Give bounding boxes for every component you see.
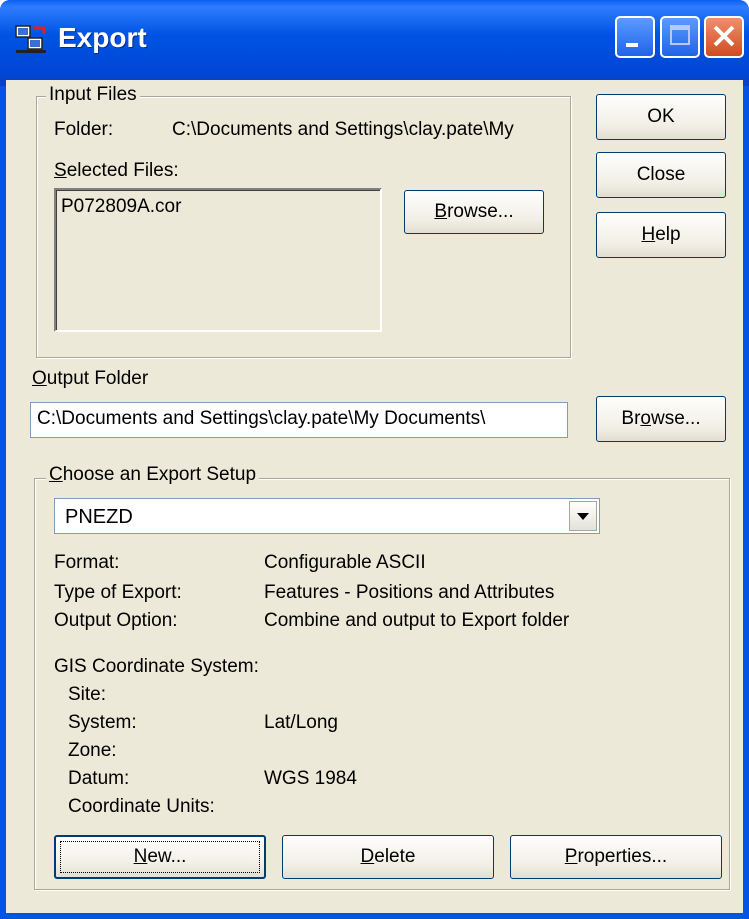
export-setup-selected-value: PNEZD xyxy=(65,506,133,528)
export-setup-label-text: hoose an Export Setup xyxy=(62,464,257,485)
ok-button[interactable]: OK xyxy=(596,94,726,140)
export-setup-group-label: Choose an Export Setup xyxy=(46,464,260,486)
output-folder-mnemonic: O xyxy=(32,368,47,389)
output-folder-input[interactable]: C:\Documents and Settings\clay.pate\My D… xyxy=(30,402,568,438)
selected-files-list[interactable]: P072809A.cor xyxy=(54,188,382,332)
minimize-button[interactable] xyxy=(615,16,655,58)
list-item[interactable]: P072809A.cor xyxy=(61,196,181,218)
export-type-label: Type of Export: xyxy=(54,582,182,603)
gis-coordinate-system-title: GIS Coordinate System: xyxy=(54,656,259,677)
output-option-label: Output Option: xyxy=(54,610,178,631)
dialog-body: Input Files Folder: C:\Documents and Set… xyxy=(6,80,743,913)
delete-label: elete xyxy=(374,846,416,867)
gis-datum-value: WGS 1984 xyxy=(264,768,357,789)
help-label: elp xyxy=(655,224,681,245)
export-type-value: Features - Positions and Attributes xyxy=(264,582,555,603)
close-icon xyxy=(713,25,735,47)
title-bar[interactable]: Export xyxy=(0,0,749,86)
maximize-button[interactable] xyxy=(660,16,700,58)
chevron-down-icon xyxy=(577,513,589,520)
help-mnemonic: H xyxy=(641,224,656,245)
properties-button[interactable]: Properties... xyxy=(510,835,722,879)
gis-units-label: Coordinate Units: xyxy=(68,796,215,817)
input-browse-button[interactable]: Browse... xyxy=(404,190,544,234)
new-mnemonic: N xyxy=(133,846,148,867)
folder-label: Folder: xyxy=(54,119,114,140)
format-label: Format: xyxy=(54,552,120,573)
output-browse-mnemonic: o xyxy=(640,408,651,429)
close-label: Close xyxy=(636,164,686,185)
new-setup-button[interactable]: New... xyxy=(54,835,266,879)
input-files-group-label: Input Files xyxy=(46,84,140,106)
input-browse-mnemonic: B xyxy=(434,201,448,222)
export-setup-group xyxy=(34,478,730,890)
input-browse-label: rowse... xyxy=(447,201,514,222)
close-button[interactable]: Close xyxy=(596,152,726,198)
output-browse-label-pre: Br xyxy=(621,408,641,429)
export-setup-mnemonic: C xyxy=(49,464,63,485)
selected-files-label-text: elected Files: xyxy=(66,160,179,181)
output-option-value: Combine and output to Export folder xyxy=(264,610,570,631)
ok-label: OK xyxy=(647,106,675,127)
export-dialog: Export Input Files Folder: C:\Documents … xyxy=(0,0,749,919)
input-folder-value: C:\Documents and Settings\clay.pate\My xyxy=(172,119,514,140)
selected-files-mnemonic: S xyxy=(54,160,67,181)
window-title: Export xyxy=(58,22,147,53)
export-app-icon xyxy=(15,25,46,53)
minimize-icon xyxy=(626,43,638,47)
output-folder-label: Output Folder xyxy=(32,368,148,390)
properties-mnemonic: P xyxy=(564,846,578,867)
gis-system-label: System: xyxy=(68,712,137,733)
gis-datum-label: Datum: xyxy=(68,768,130,789)
gis-system-value: Lat/Long xyxy=(264,712,338,733)
output-browse-button[interactable]: Br o wse... xyxy=(596,396,726,442)
delete-setup-button[interactable]: Delete xyxy=(282,835,494,879)
delete-mnemonic: D xyxy=(360,846,375,867)
gis-site-label: Site: xyxy=(68,684,107,705)
properties-label: roperties... xyxy=(577,846,668,867)
close-window-button[interactable] xyxy=(704,16,744,58)
output-browse-label: wse... xyxy=(650,408,701,429)
dropdown-button[interactable] xyxy=(569,501,597,531)
maximize-icon xyxy=(670,25,690,45)
new-label: ew... xyxy=(147,846,187,867)
help-button[interactable]: Help xyxy=(596,212,726,258)
export-setup-select[interactable]: PNEZD xyxy=(54,498,600,534)
selected-files-label: Selected Files: xyxy=(54,160,179,182)
gis-zone-label: Zone: xyxy=(68,740,117,761)
format-value: Configurable ASCII xyxy=(264,552,426,573)
output-folder-label-text: utput Folder xyxy=(46,368,149,389)
